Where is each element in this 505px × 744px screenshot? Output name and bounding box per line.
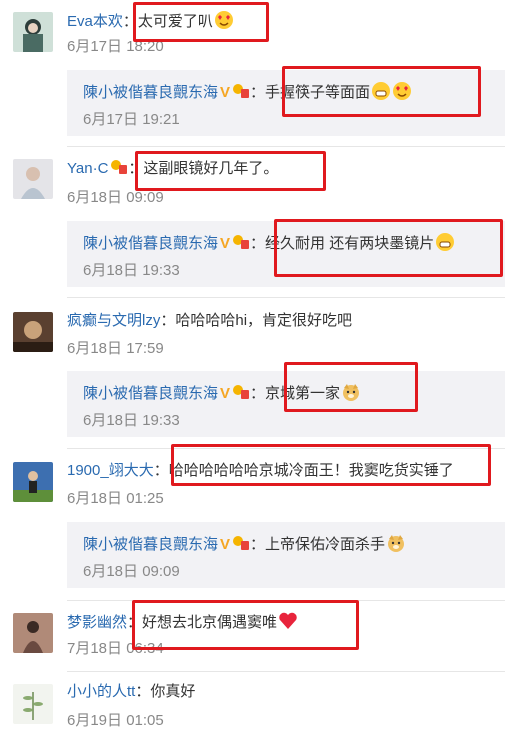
medal-badge-icon — [233, 385, 250, 399]
colon: ： — [135, 683, 151, 700]
verified-badge-icon: V — [220, 385, 231, 402]
avatar[interactable] — [13, 613, 53, 653]
reply-line: 陳小被偕暮良覿东海 V ：上帝保佑冷面杀手 — [83, 533, 406, 555]
grin-emoji-icon — [372, 82, 391, 100]
comment-time: 6月19日 01:05 — [67, 712, 164, 729]
reply-time: 6月18日 19:33 — [83, 262, 180, 279]
doge-emoji-icon — [343, 384, 360, 401]
medal-badge-icon — [233, 235, 250, 249]
comment-time: 6月17日 18:20 — [67, 38, 164, 55]
avatar[interactable] — [13, 312, 53, 352]
colon: ： — [127, 614, 143, 631]
reply-line: 陳小被偕暮良覿东海 V ：经久耐用 还有两块墨镜片 — [83, 232, 455, 254]
username-link[interactable]: Eva本欢 — [67, 13, 123, 30]
divider — [67, 600, 505, 601]
username-link[interactable]: 小小的人tt — [67, 683, 135, 700]
username-link[interactable]: 1900_翊大大 — [67, 462, 154, 479]
comment-line: Eva本欢：太可爱了叭 — [67, 10, 234, 32]
comment-line: Yan·C ：这副眼镜好几年了。 — [67, 159, 278, 179]
username-link[interactable]: 梦影幽然 — [67, 614, 127, 631]
comment-line: 梦影幽然：好想去北京偶遇窦唯 — [67, 611, 298, 633]
reply-text: 手握筷子等面面 — [265, 84, 371, 101]
comment-time: 6月18日 01:25 — [67, 490, 164, 507]
comment-time: 6月18日 09:09 — [67, 189, 164, 206]
avatar[interactable] — [13, 684, 53, 724]
reply-box: 陳小被偕暮良覿东海 V ：上帝保佑冷面杀手 6月18日 09:09 — [67, 522, 505, 588]
colon: ： — [250, 84, 266, 101]
comment-text: 你真好 — [150, 683, 196, 700]
reply-username-link[interactable]: 陳小被偕暮良覿东海 — [83, 536, 218, 553]
comment-text: 哈哈哈哈hi，肯定很好吃吧 — [175, 312, 353, 329]
colon: ： — [250, 235, 266, 252]
reply-username-link[interactable]: 陳小被偕暮良覿东海 — [83, 84, 218, 101]
colon: ： — [153, 462, 169, 479]
comment-text: 好想去北京偶遇窦唯 — [142, 614, 278, 631]
colon: ： — [250, 536, 266, 553]
comment-text: 哈哈哈哈哈哈京城冷面王！我窦吃货实锤了 — [168, 462, 454, 479]
doge-emoji-icon — [388, 535, 405, 552]
reply-time: 6月18日 09:09 — [83, 563, 180, 580]
divider — [67, 297, 505, 298]
colon: ： — [160, 312, 176, 329]
divider — [67, 448, 505, 449]
reply-username-link[interactable]: 陳小被偕暮良覿东海 — [83, 385, 218, 402]
medal-badge-icon — [111, 160, 128, 174]
comment-line: 疯癫与文明lzy：哈哈哈哈hi，肯定很好吃吧 — [67, 311, 352, 331]
verified-badge-icon: V — [220, 84, 231, 101]
reply-time: 6月18日 19:33 — [83, 412, 180, 429]
comment-line: 小小的人tt：你真好 — [67, 682, 195, 702]
reply-text: 京城第一家 — [265, 385, 341, 402]
colon: ： — [250, 385, 266, 402]
heart-eyes-emoji-icon — [393, 82, 412, 100]
avatar[interactable] — [13, 462, 53, 502]
reply-line: 陳小被偕暮良覿东海 V ：手握筷子等面面 — [83, 81, 412, 103]
comment-time: 6月18日 17:59 — [67, 340, 164, 357]
comment-text: 太可爱了叭 — [137, 13, 213, 30]
comment-text: 这副眼镜好几年了。 — [143, 160, 279, 177]
verified-badge-icon: V — [220, 235, 231, 252]
colon: ： — [128, 160, 144, 177]
username-link[interactable]: 疯癫与文明lzy — [67, 312, 160, 329]
divider — [67, 146, 505, 147]
reply-time: 6月17日 19:21 — [83, 111, 180, 128]
reply-text: 上帝保佑冷面杀手 — [265, 536, 386, 553]
medal-badge-icon — [233, 84, 250, 98]
verified-badge-icon: V — [220, 536, 231, 553]
grin-emoji-icon — [436, 233, 455, 251]
heart-eyes-emoji-icon — [214, 11, 233, 29]
reply-line: 陳小被偕暮良覿东海 V ：京城第一家 — [83, 382, 361, 404]
reply-box: 陳小被偕暮良覿东海 V ：经久耐用 还有两块墨镜片 6月18日 19:33 — [67, 221, 505, 287]
reply-username-link[interactable]: 陳小被偕暮良覿东海 — [83, 235, 218, 252]
colon: ： — [122, 13, 138, 30]
reply-box: 陳小被偕暮良覿东海 V ：手握筷子等面面 6月17日 19:21 — [67, 70, 505, 136]
reply-box: 陳小被偕暮良覿东海 V ：京城第一家 6月18日 19:33 — [67, 371, 505, 437]
username-link[interactable]: Yan·C — [67, 160, 108, 177]
comment-time: 7月18日 06:34 — [67, 640, 164, 657]
avatar[interactable] — [13, 12, 53, 52]
avatar[interactable] — [13, 159, 53, 199]
comment-line: 1900_翊大大：哈哈哈哈哈哈京城冷面王！我窦吃货实锤了 — [67, 461, 454, 481]
red-heart-icon — [279, 612, 297, 629]
reply-text: 经久耐用 还有两块墨镜片 — [265, 235, 435, 252]
medal-badge-icon — [233, 536, 250, 550]
divider — [67, 671, 505, 672]
